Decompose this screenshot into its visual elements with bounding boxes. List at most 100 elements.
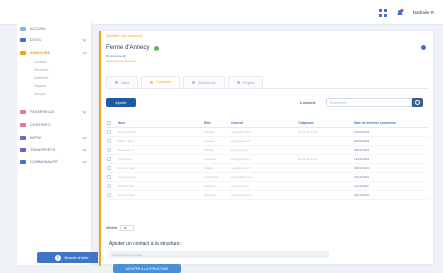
breadcrumb[interactable]: Modifier une structure — [106, 34, 143, 38]
bell-icon[interactable] — [396, 8, 404, 17]
chevron-down-icon — [82, 37, 87, 42]
sidebar-item-accueil[interactable]: ACCUEIL — [17, 25, 92, 33]
table-row[interactable]: Simon Claire Bénévole claire@ferme.fr 02/12… — [106, 191, 428, 200]
chevron-down-icon — [82, 50, 87, 55]
add-contact-title: Ajouter un contact à la structure : — [109, 241, 183, 247]
column-header-role[interactable]: Rôle — [204, 121, 211, 125]
sidebar-subitem[interactable]: Contacts — [34, 60, 47, 66]
link-icon — [20, 110, 26, 114]
table-row[interactable]: Durand Paul Salarié paul@ferme.fr 03/01/202… — [106, 164, 428, 173]
sidebar-item-contrats[interactable]: CONTRATS — [17, 121, 92, 129]
add-to-structure-button[interactable]: AJOUTER À LA STRUCTURE — [113, 264, 181, 273]
table-cell: 04 50 12 34 56 — [298, 130, 319, 134]
tab-bar: Infos Contacts Adhérents Projets — [106, 76, 264, 88]
page-title: Ferme d'Annecy — [106, 45, 159, 51]
table-cell: Leroy Sophie — [118, 175, 136, 179]
column-header-telephone[interactable]: Téléphone — [298, 121, 314, 125]
support-icon — [20, 136, 26, 140]
search-input[interactable]: Rechercher... — [326, 98, 412, 107]
contact-count: 8 contacts — [300, 101, 316, 105]
table-cell: marie@ferme.fr — [231, 130, 252, 134]
sidebar-item-label: COMMUNAUTÉ — [30, 160, 58, 164]
table-header: Nom Rôle Courriel Téléphone Date de dern… — [106, 119, 428, 128]
tab-infos[interactable]: Infos — [106, 76, 139, 88]
help-button[interactable]: ? Besoin d'aide — [37, 252, 106, 263]
add-button[interactable]: Ajouter — [106, 98, 136, 107]
chevron-down-icon — [82, 159, 87, 164]
sidebar-item-docs[interactable]: DOCS — [17, 36, 92, 44]
sidebar-subitem[interactable]: Adhérents — [34, 76, 49, 82]
project-icon — [236, 81, 240, 84]
delete-structure-link[interactable]: Supprimer la structure — [106, 59, 136, 63]
table-cell: jean@ferme.fr — [231, 139, 251, 143]
table-row[interactable]: Leroy Sophie Comptable sophie@ferme.fr 20/1… — [106, 173, 428, 182]
table-row[interactable]: Martin Jean Associé jean@ferme.fr 05/02/202… — [106, 137, 428, 146]
sidebar-item-appui[interactable]: APPUI — [17, 134, 92, 142]
sidebar-item-label: CONTRATS — [30, 123, 51, 127]
add-contact-input[interactable]: Rechercher un contact... — [109, 251, 329, 258]
sidebar: ACCUEIL DOCS ANNUAIRE Contacts Structure… — [17, 22, 106, 265]
table-cell: eric@ferme.fr — [231, 184, 250, 188]
user-menu[interactable]: Nathalie R. — [413, 10, 435, 15]
transfer-icon — [20, 148, 26, 152]
row-checkbox[interactable] — [107, 166, 111, 170]
column-header-courriel[interactable]: Courriel — [231, 121, 243, 125]
table-cell: luc@ferme.fr — [231, 148, 249, 152]
sidebar-item-communaute[interactable]: COMMUNAUTÉ — [17, 158, 92, 166]
sidebar-item-label: DOCS — [30, 38, 41, 42]
sidebar-subitem[interactable]: Structures — [34, 68, 49, 74]
column-header-nom[interactable]: Nom — [118, 121, 125, 125]
grid-icon[interactable] — [378, 8, 387, 17]
row-checkbox[interactable] — [107, 157, 111, 161]
table-cell: Simon Claire — [118, 193, 136, 197]
show-label: Afficher — [106, 226, 118, 230]
tab-projets[interactable]: Projets — [227, 76, 264, 88]
row-checkbox[interactable] — [107, 175, 111, 179]
row-checkbox[interactable] — [107, 130, 111, 134]
table-cell: Bernard Luc — [118, 148, 135, 152]
table-cell: Durand Paul — [118, 166, 135, 170]
table-row[interactable]: Bernard Luc Salarié luc@ferme.fr 28/01/2023 — [106, 146, 428, 155]
table-row[interactable]: Petit Anne Associée anne@ferme.fr 06 11 22 … — [106, 155, 428, 164]
page-size-select[interactable]: 10 — [120, 225, 135, 231]
contract-icon — [20, 123, 26, 127]
tab-label: Projets — [242, 80, 255, 85]
row-checkbox[interactable] — [107, 193, 111, 197]
accent-bar — [99, 31, 101, 266]
help-label: Besoin d'aide — [64, 255, 89, 260]
tab-contacts[interactable]: Contacts — [141, 76, 181, 88]
sidebar-subitem[interactable]: Organes — [34, 84, 46, 90]
sidebar-item-label: TRANSFERTS — [30, 148, 56, 152]
search-button[interactable] — [412, 98, 423, 107]
table-row[interactable]: Dupont Marie Gérante marie@ferme.fr 04 50 1… — [106, 128, 428, 137]
structure-name: Ferme d'Annecy — [106, 45, 150, 51]
chevron-down-icon — [82, 109, 87, 114]
row-checkbox[interactable] — [107, 148, 111, 152]
table-row[interactable]: Moreau Éric Stagiaire eric@ferme.fr 11/12/2… — [106, 182, 428, 191]
row-checkbox[interactable] — [107, 139, 111, 143]
sidebar-item-label: ANNUAIRE — [30, 51, 51, 55]
column-header-derniere-connexion[interactable]: Date de dernière connexion — [354, 121, 396, 125]
tab-divider — [106, 88, 428, 89]
table-cell: Martin Jean — [118, 139, 134, 143]
home-icon — [20, 27, 26, 31]
sidebar-item-passerelle[interactable]: PASSERELLE — [17, 108, 92, 116]
chevron-down-icon — [82, 135, 87, 140]
select-all-checkbox[interactable] — [107, 121, 111, 125]
table-cell: Dupont Marie — [118, 130, 137, 134]
table-cell: Associée — [204, 157, 217, 161]
sidebar-subitem[interactable]: Groupes — [34, 92, 46, 98]
settings-icon[interactable] — [421, 45, 426, 50]
sidebar-item-annuaire[interactable]: ANNUAIRE — [17, 49, 92, 57]
table-cell: claire@ferme.fr — [231, 193, 252, 197]
question-icon: ? — [54, 254, 61, 261]
tab-adherents[interactable]: Adhérents — [183, 76, 225, 88]
row-checkbox[interactable] — [107, 184, 111, 188]
table-cell: 06 11 22 33 44 — [298, 157, 318, 161]
top-bar-right: Nathalie R. — [378, 7, 435, 18]
page-size-control: Afficher 10 — [106, 225, 135, 231]
table-cell: 12/03/2023 — [354, 130, 370, 134]
table-cell: Stagiaire — [204, 184, 216, 188]
sidebar-item-transferts[interactable]: TRANSFERTS — [17, 146, 92, 154]
chevron-down-icon — [82, 147, 87, 152]
